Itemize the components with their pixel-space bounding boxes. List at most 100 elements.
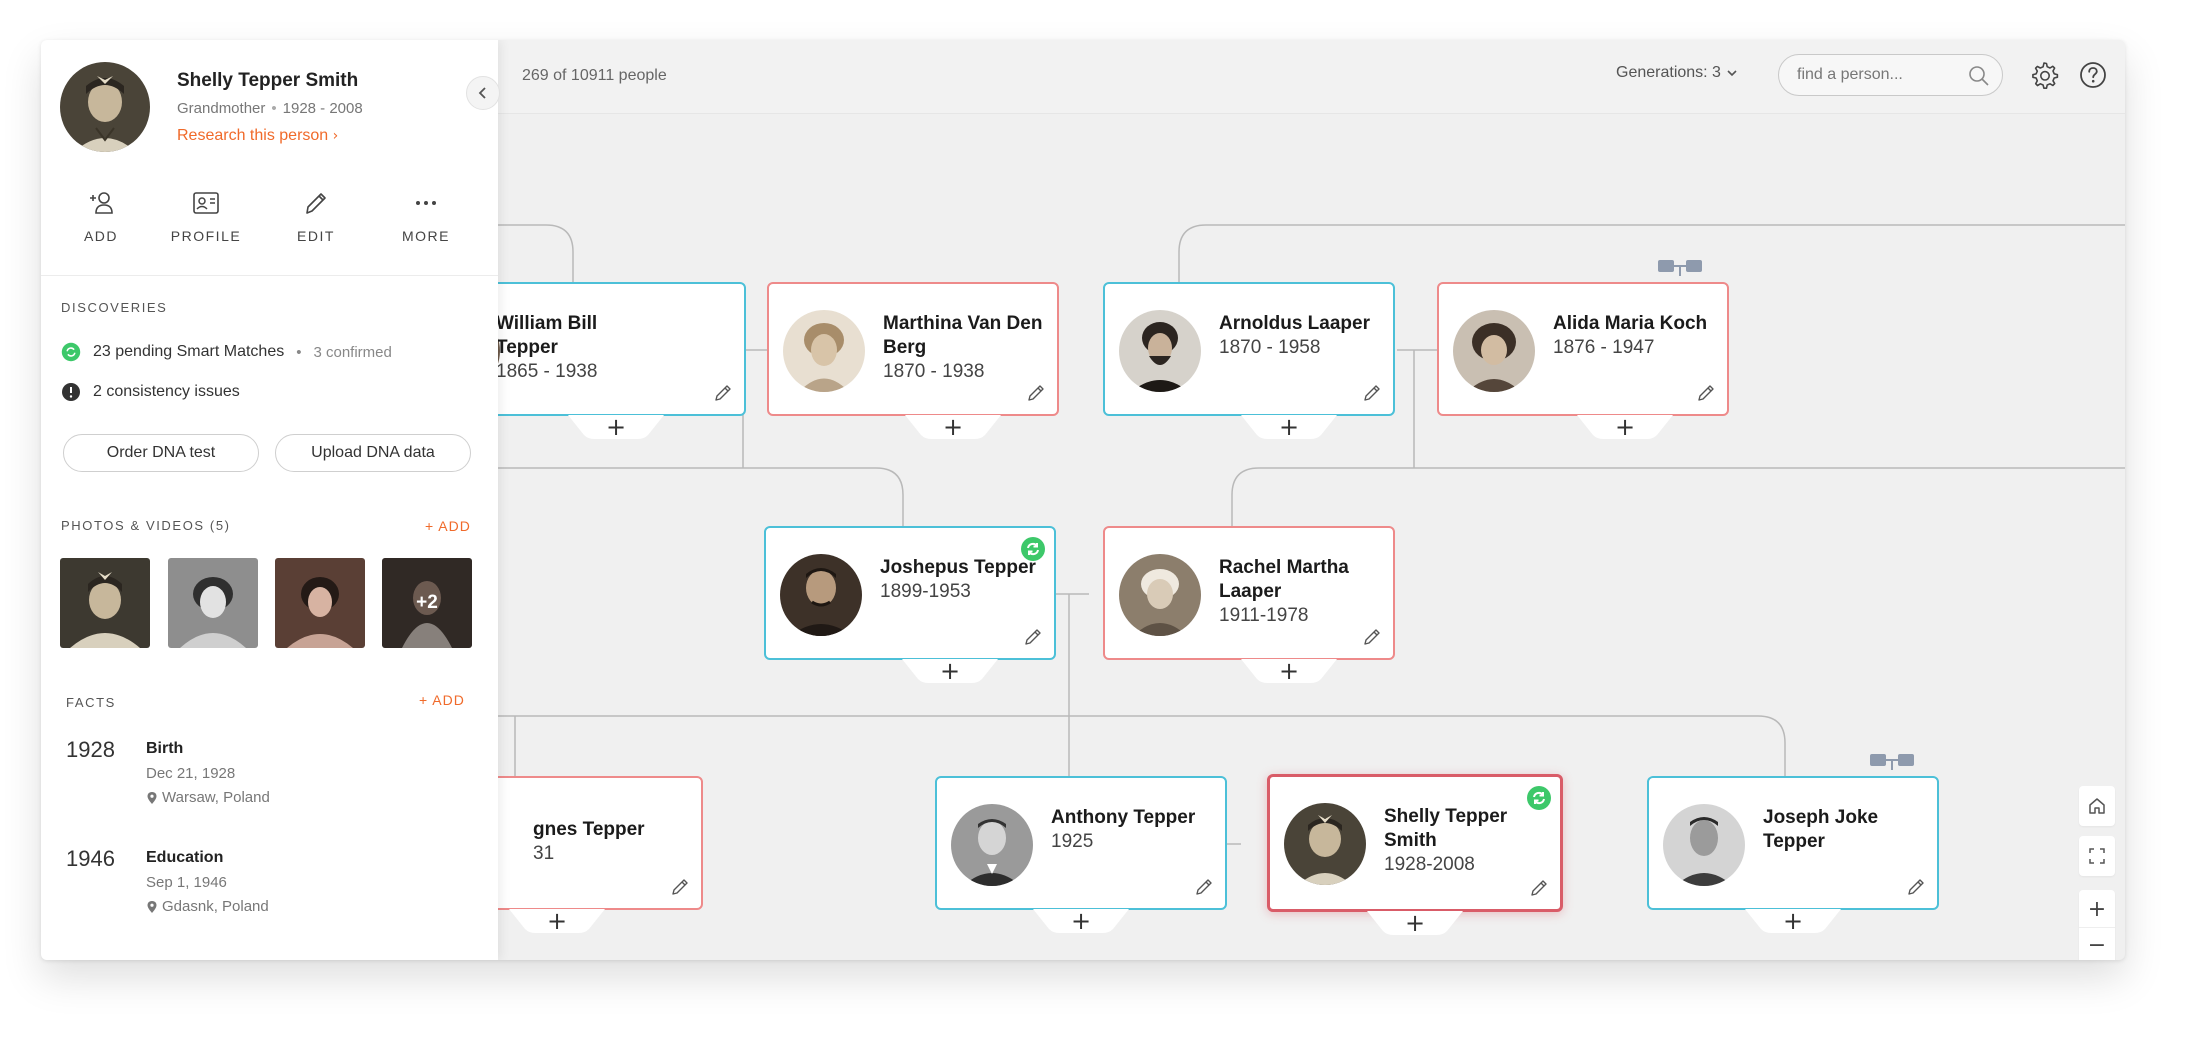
- search-icon[interactable]: [1968, 65, 1990, 87]
- add-relative-tab[interactable]: +: [905, 413, 1001, 441]
- person-card-selected[interactable]: Shelly Tepper Smith 1928-2008: [1267, 774, 1563, 912]
- divider: [41, 275, 498, 276]
- add-relative-tab[interactable]: +: [568, 413, 664, 441]
- more-photos-count: +2: [416, 592, 438, 613]
- photo-thumbnail[interactable]: [168, 558, 258, 648]
- add-relative-button[interactable]: +: [905, 413, 1001, 441]
- person-dates: 1925: [1051, 831, 1094, 852]
- linked-tree-icon[interactable]: [1657, 258, 1703, 276]
- avatar[interactable]: [60, 62, 150, 152]
- pencil-icon[interactable]: [712, 382, 734, 404]
- more-label: MORE: [402, 228, 450, 244]
- zoom-in-button[interactable]: +: [2079, 892, 2115, 928]
- consistency-row[interactable]: 2 consistency issues: [61, 382, 240, 402]
- add-relative-tab[interactable]: +: [902, 657, 998, 685]
- generations-label: Generations: 3: [1616, 64, 1721, 81]
- linked-tree-icon[interactable]: [1869, 752, 1915, 770]
- add-relative-button[interactable]: +: [1033, 907, 1129, 935]
- fullscreen-button[interactable]: [2079, 836, 2115, 876]
- person-card[interactable]: Anthony Tepper 1925: [935, 776, 1227, 910]
- collapse-panel-button[interactable]: [466, 76, 500, 110]
- add-button[interactable]: ADD: [56, 188, 146, 244]
- add-relative-tab[interactable]: +: [1367, 909, 1463, 937]
- add-relative-tab[interactable]: +: [1241, 413, 1337, 441]
- person-name: Shelly Tepper Smith: [177, 70, 359, 91]
- add-relative-button[interactable]: +: [902, 657, 998, 685]
- generations-dropdown[interactable]: Generations: 3: [1616, 64, 1739, 82]
- person-name: Rachel Martha Laaper: [1219, 557, 1349, 602]
- add-relative-button[interactable]: +: [1241, 657, 1337, 685]
- pencil-icon[interactable]: [669, 876, 691, 898]
- person-card[interactable]: Rachel Martha Laaper 1911-1978: [1103, 526, 1395, 660]
- edit-button[interactable]: EDIT: [271, 188, 361, 244]
- people-count: 269 of 10911 people: [522, 67, 667, 84]
- search-box[interactable]: [1778, 54, 2003, 96]
- person-photo: [1119, 310, 1201, 392]
- pencil-icon[interactable]: [1528, 877, 1550, 899]
- pencil-icon[interactable]: [1905, 876, 1927, 898]
- home-button[interactable]: [2079, 786, 2115, 826]
- chevron-right-icon: ›: [332, 128, 339, 144]
- profile-button[interactable]: PROFILE: [161, 188, 251, 244]
- person-dates: 31: [533, 843, 555, 864]
- pencil-icon[interactable]: [1361, 626, 1383, 648]
- add-relative-button[interactable]: +: [1367, 909, 1463, 937]
- person-card[interactable]: Joseph Joke Tepper: [1647, 776, 1939, 910]
- person-card[interactable]: Alida Maria Koch 1876 - 1947: [1437, 282, 1729, 416]
- upload-dna-button[interactable]: Upload DNA data: [275, 434, 471, 472]
- add-relative-button[interactable]: +: [1745, 907, 1841, 935]
- photo-thumbnail[interactable]: [275, 558, 365, 648]
- person-name: Arnoldus Laaper: [1219, 313, 1370, 334]
- search-input[interactable]: [1797, 63, 1957, 87]
- pencil-icon[interactable]: [1025, 382, 1047, 404]
- zoom-out-button[interactable]: −: [2079, 928, 2115, 960]
- smart-match-icon[interactable]: [1020, 536, 1046, 562]
- fact-place-text: Warsaw, Poland: [162, 789, 270, 806]
- person-name: Marthina Van Den Berg: [883, 313, 1043, 358]
- add-photo-link[interactable]: + ADD: [425, 518, 471, 534]
- research-person-link[interactable]: Research this person ›: [177, 127, 338, 145]
- pencil-icon[interactable]: [1193, 876, 1215, 898]
- fact-date: Sep 1, 1946: [146, 874, 227, 891]
- pencil-icon[interactable]: [1695, 382, 1717, 404]
- photo-thumbnail[interactable]: [60, 558, 150, 648]
- gear-icon[interactable]: [2029, 60, 2059, 90]
- add-relative-button[interactable]: +: [568, 413, 664, 441]
- add-relative-tab[interactable]: +: [1033, 907, 1129, 935]
- add-relative-tab[interactable]: +: [1577, 413, 1673, 441]
- location-pin-icon: [147, 900, 157, 913]
- pencil-icon[interactable]: [1022, 626, 1044, 648]
- add-relative-tab[interactable]: +: [509, 907, 605, 935]
- add-fact-link[interactable]: + ADD: [419, 692, 465, 708]
- smart-matches-row[interactable]: 23 pending Smart Matches • 3 confirmed: [61, 342, 392, 362]
- person-card[interactable]: Joshepus Tepper 1899-1953: [764, 526, 1056, 660]
- person-card[interactable]: Arnoldus Laaper 1870 - 1958: [1103, 282, 1395, 416]
- more-button[interactable]: MORE: [381, 188, 471, 244]
- order-dna-button[interactable]: Order DNA test: [63, 434, 259, 472]
- profile-label: PROFILE: [170, 228, 242, 244]
- more-dots-icon: [416, 201, 436, 205]
- relationship: Grandmother: [177, 100, 266, 117]
- photo-thumbnail-more[interactable]: +2: [382, 558, 472, 648]
- person-dates: 1928-2008: [1384, 854, 1475, 875]
- add-relative-button[interactable]: +: [1577, 413, 1673, 441]
- add-relative-tab[interactable]: +: [1241, 657, 1337, 685]
- help-icon[interactable]: [2078, 60, 2108, 90]
- discoveries-title: DISCOVERIES: [61, 300, 168, 315]
- photos-title: PHOTOS & VIDEOS (5): [61, 518, 231, 533]
- person-name: Joseph Joke Tepper: [1763, 807, 1879, 852]
- person-photo: [780, 554, 862, 636]
- fact-place-text: Gdasnk, Poland: [162, 898, 269, 915]
- add-person-icon: [90, 192, 113, 214]
- smart-match-icon[interactable]: [1526, 785, 1552, 811]
- add-relative-button[interactable]: +: [1241, 413, 1337, 441]
- person-photo: [1453, 310, 1535, 392]
- person-name: Anthony Tepper: [1051, 807, 1196, 828]
- add-relative-button[interactable]: +: [509, 907, 605, 935]
- confirmed-text: 3 confirmed: [313, 343, 392, 361]
- add-relative-tab[interactable]: +: [1745, 907, 1841, 935]
- person-name: Shelly Tepper Smith: [1384, 806, 1508, 851]
- person-card[interactable]: Marthina Van Den Berg 1870 - 1938: [767, 282, 1059, 416]
- person-details-panel: Shelly Tepper Smith Grandmother • 1928 - 2…: [41, 40, 500, 960]
- pencil-icon[interactable]: [1361, 382, 1383, 404]
